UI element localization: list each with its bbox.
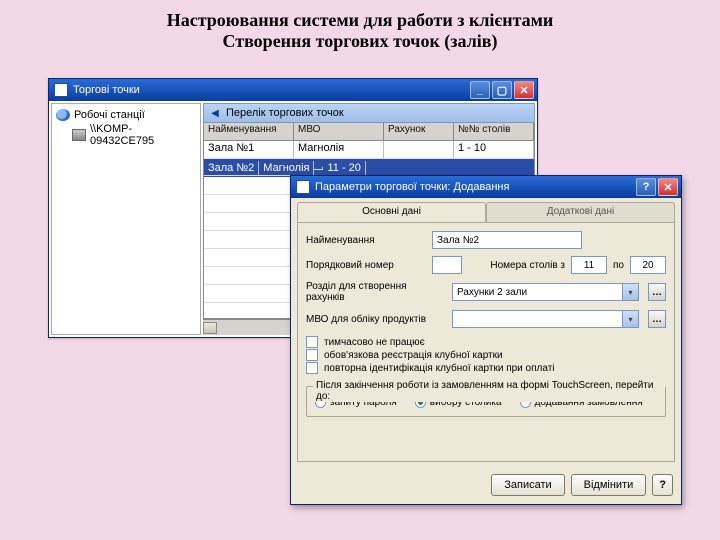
- tables-to-input[interactable]: [630, 256, 666, 274]
- table-cell: [204, 285, 294, 303]
- dialog-title: Параметри торгової точки: Додавання: [315, 181, 509, 193]
- tab-panel-main: Найменування Порядковий номер Номера сто…: [297, 222, 675, 462]
- dialog-tabs: Основні дані Додаткові дані: [297, 202, 675, 222]
- col-mvo: МВО: [294, 123, 384, 141]
- checkbox-clubcard-required[interactable]: [306, 349, 318, 361]
- tree-root[interactable]: Робочі станції: [56, 108, 196, 122]
- mvo-select-value[interactable]: [452, 310, 623, 328]
- titlebar-dialog[interactable]: Параметри торгової точки: Додавання ? ✕: [291, 176, 681, 198]
- order-input[interactable]: [432, 256, 462, 274]
- dialog-point-params: Параметри торгової точки: Додавання ? ✕ …: [290, 175, 682, 505]
- label-tables-to: по: [613, 260, 624, 271]
- table-cell: [204, 195, 294, 213]
- section-select-arrow chevron-down-icon[interactable]: ▾: [623, 283, 639, 301]
- checkbox-clubcard-reid[interactable]: [306, 362, 318, 374]
- tab-extra[interactable]: Додаткові дані: [486, 202, 675, 222]
- mvo-select-arrow chevron-down-icon[interactable]: ▾: [623, 310, 639, 328]
- col-name: Найменування: [204, 123, 294, 141]
- window-title: Торгові точки: [73, 84, 140, 96]
- tree-root-label: Робочі станції: [74, 109, 145, 121]
- tables-from-input[interactable]: [571, 256, 607, 274]
- after-order-group: Після закінчення роботи із замовленням н…: [306, 386, 666, 417]
- checkbox-inactive[interactable]: [306, 336, 318, 348]
- save-button[interactable]: Записати: [491, 474, 564, 496]
- label-name: Найменування: [306, 235, 426, 246]
- table-cell: Магнолія: [259, 161, 314, 176]
- label-order: Порядковий номер: [306, 260, 426, 271]
- computer-icon: [72, 129, 86, 141]
- cancel-button[interactable]: Відмінити: [571, 474, 647, 496]
- dialog-close-button[interactable]: ✕: [658, 178, 678, 196]
- table-cell: [314, 167, 323, 170]
- page-heading: Настроювання системи для работи з клієнт…: [0, 0, 720, 56]
- right-pane-title: Перелік торгових точок: [226, 107, 344, 119]
- app-icon: [54, 83, 68, 97]
- tree-pane: Робочі станції \\KOMP-09432CE795: [51, 103, 201, 335]
- table-cell: Зала №1: [204, 141, 294, 159]
- right-pane-header: ◀ Перелік торгових точок: [203, 103, 535, 123]
- tree-node-label: \\KOMP-09432CE795: [90, 123, 196, 147]
- table-cell: [204, 267, 294, 285]
- col-tables: №№ столів: [454, 123, 534, 141]
- mvo-browse-button[interactable]: …: [648, 310, 666, 328]
- collapse-icon[interactable]: ◀: [208, 106, 222, 120]
- section-browse-button[interactable]: …: [648, 283, 666, 301]
- label-tables-from: Номера столів з: [490, 260, 565, 271]
- name-input[interactable]: [432, 231, 582, 249]
- table-cell: Зала №2: [204, 161, 259, 176]
- label-mvo: МВО для обліку продуктів: [306, 314, 446, 325]
- globe-icon: [56, 109, 70, 121]
- table-cell: 1 - 10: [454, 141, 534, 159]
- dialog-icon: [296, 180, 310, 194]
- table-cell: Магнолія: [294, 141, 384, 159]
- table-header: Найменування МВО Рахунок №№ столів: [204, 123, 534, 141]
- help-button[interactable]: ?: [652, 474, 673, 496]
- help-titlebar-button[interactable]: ?: [636, 178, 656, 196]
- table-cell: [204, 249, 294, 267]
- table-cell: 11 - 20: [323, 161, 365, 176]
- label-cb1: тимчасово не працює: [324, 337, 425, 348]
- titlebar-main[interactable]: Торгові точки _ ▢ ✕: [49, 79, 537, 101]
- close-button[interactable]: ✕: [514, 81, 534, 99]
- col-acct: Рахунок: [384, 123, 454, 141]
- label-cb3: повторна ідентифікація клубної картки пр…: [324, 363, 555, 374]
- scroll-thumb[interactable]: [203, 322, 217, 334]
- table-cell: [384, 141, 454, 159]
- label-section: Розділ для створення рахунків: [306, 281, 446, 303]
- minimize-button[interactable]: _: [470, 81, 490, 99]
- table-cell: [204, 177, 294, 195]
- table-row[interactable]: Зала №1Магнолія 1 - 10: [204, 141, 534, 159]
- heading-line2: Створення торгових точок (залів): [0, 31, 720, 52]
- table-cell: [204, 231, 294, 249]
- group-legend: Після закінчення роботи із замовленням н…: [313, 380, 665, 402]
- table-cell: [204, 303, 294, 319]
- label-cb2: обов'язкова реєстрація клубної картки: [324, 350, 503, 361]
- tab-main[interactable]: Основні дані: [297, 202, 486, 222]
- heading-line1: Настроювання системи для работи з клієнт…: [167, 10, 554, 30]
- section-select-value[interactable]: Рахунки 2 зали: [452, 283, 623, 301]
- table-cell: [204, 213, 294, 231]
- tree-node[interactable]: \\KOMP-09432CE795: [56, 122, 196, 148]
- maximize-button[interactable]: ▢: [492, 81, 512, 99]
- dialog-buttons: Записати Відмінити ?: [291, 468, 681, 504]
